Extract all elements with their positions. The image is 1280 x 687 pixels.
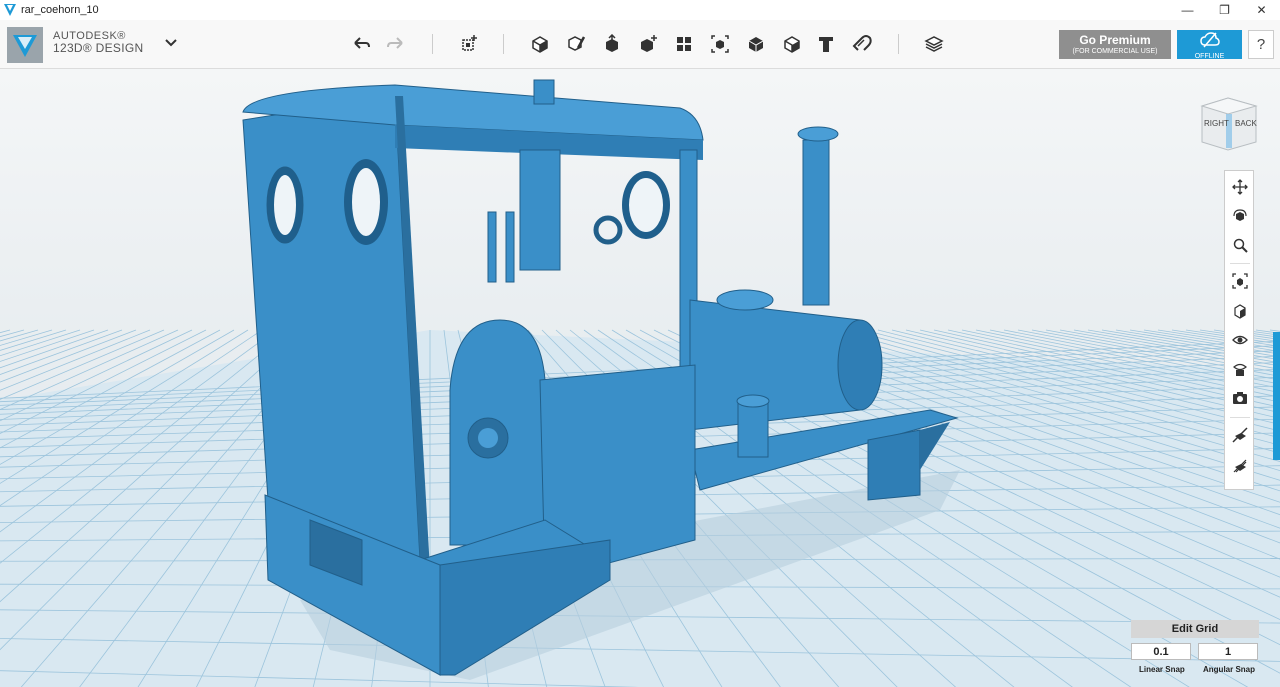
main-toolbar: AUTODESK® 123D® DESIGN Go Premium (FOR C… — [0, 20, 1280, 69]
nav-separator — [1230, 417, 1250, 418]
undo-icon[interactable] — [349, 32, 373, 56]
window-controls: — ❐ ✕ — [1169, 0, 1280, 20]
view-cube-right-label[interactable]: RIGHT — [1204, 119, 1229, 128]
grouping-icon[interactable] — [672, 32, 696, 56]
lever-1 — [487, 211, 497, 283]
show-icon[interactable] — [1230, 456, 1250, 476]
close-button[interactable]: ✕ — [1243, 0, 1280, 20]
zoom-icon[interactable] — [1230, 235, 1250, 255]
front-buffer-block — [867, 429, 921, 501]
roof-chimney — [533, 79, 555, 105]
toolbar-separator — [503, 34, 504, 54]
view-cube[interactable]: RIGHT BACK — [1198, 92, 1260, 154]
primitives-icon[interactable] — [457, 32, 481, 56]
maximize-button[interactable]: ❐ — [1206, 0, 1243, 20]
pattern-icon[interactable] — [636, 32, 660, 56]
fit-icon[interactable] — [1230, 271, 1250, 291]
minimize-button[interactable]: — — [1169, 0, 1206, 20]
linear-snap-label: Linear Snap — [1139, 665, 1185, 674]
offline-label: OFFLINE — [1194, 53, 1225, 60]
hide-icon[interactable] — [1230, 425, 1250, 445]
window-title: rar_coehorn_10 — [21, 4, 99, 16]
measure-icon[interactable] — [744, 32, 768, 56]
dome — [716, 289, 774, 311]
boiler-front — [837, 319, 883, 411]
lever-2 — [505, 211, 515, 283]
sketch-icon[interactable] — [528, 32, 552, 56]
orbit-icon[interactable] — [1230, 206, 1250, 226]
app-logo-small-icon — [4, 4, 16, 16]
view-cube-back-label[interactable]: BACK — [1235, 119, 1257, 128]
side-panel-tab[interactable] — [1273, 332, 1280, 460]
combine-icon[interactable] — [708, 32, 732, 56]
pan-icon[interactable] — [1230, 177, 1250, 197]
camera-icon[interactable] — [1230, 388, 1250, 408]
snap-icon[interactable] — [850, 32, 874, 56]
smoke-stack — [802, 139, 830, 306]
app-logo-icon[interactable] — [7, 27, 43, 63]
rear-window-left-glass — [274, 175, 296, 235]
navigation-bar — [1224, 170, 1254, 490]
fire-door-handle — [478, 428, 498, 448]
toolbar-separator — [898, 34, 899, 54]
nav-separator — [1230, 263, 1250, 264]
brand-line2: 123D® DESIGN — [53, 41, 144, 55]
smoke-stack-cap — [797, 126, 839, 142]
construct-icon[interactable] — [564, 32, 588, 56]
text-icon[interactable] — [814, 32, 838, 56]
shell-icon[interactable] — [780, 32, 804, 56]
materials-icon[interactable] — [922, 32, 946, 56]
linear-snap-input[interactable]: 0.1 — [1131, 643, 1191, 660]
scene-canvas[interactable] — [0, 69, 1280, 687]
redo-icon[interactable] — [384, 32, 408, 56]
visibility-icon[interactable] — [1230, 330, 1250, 350]
cloud-offline-icon — [1199, 32, 1220, 48]
toolbar-separator — [432, 34, 433, 54]
chevron-down-icon[interactable] — [165, 38, 177, 48]
offline-button[interactable]: OFFLINE — [1177, 30, 1242, 60]
rear-window-right-glass — [352, 168, 380, 236]
modify-icon[interactable] — [600, 32, 624, 56]
firebox-column — [519, 149, 561, 271]
sand-box-lid — [736, 394, 770, 408]
go-premium-button[interactable]: Go Premium (FOR COMMERCIAL USE) — [1059, 30, 1171, 59]
brand-name: AUTODESK® 123D® DESIGN — [53, 30, 143, 54]
edit-grid-button[interactable]: Edit Grid — [1131, 620, 1259, 638]
front-window-glass — [629, 178, 663, 232]
title-bar: rar_coehorn_10 — ❐ ✕ — [0, 0, 1280, 20]
help-button[interactable]: ? — [1248, 30, 1274, 59]
views-icon[interactable] — [1230, 301, 1250, 321]
cab-rear-wall — [242, 95, 421, 561]
go-premium-label: Go Premium — [1079, 33, 1151, 47]
material-view-icon[interactable] — [1230, 359, 1250, 379]
3d-viewport[interactable]: RIGHT BACK Edit Grid 0.1 1 Linear Snap A… — [0, 69, 1280, 687]
angular-snap-label: Angular Snap — [1203, 665, 1256, 674]
sand-box — [737, 401, 769, 458]
go-premium-sublabel: (FOR COMMERCIAL USE) — [1072, 48, 1158, 55]
angular-snap-input[interactable]: 1 — [1198, 643, 1258, 660]
